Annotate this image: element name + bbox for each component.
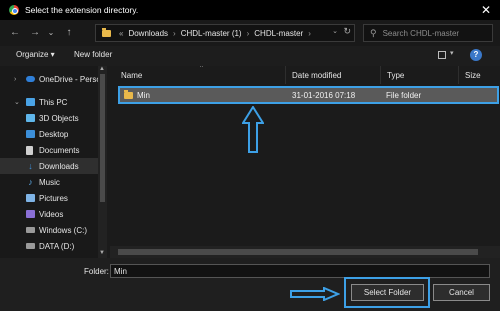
search-input[interactable]: [382, 28, 483, 38]
table-row[interactable]: Min 31-01-2016 07:18 File folder: [118, 86, 499, 104]
folder-label: Folder:: [84, 267, 109, 276]
collapse-chevron-icon[interactable]: ⌄: [14, 98, 20, 106]
sidebar-item-label: Videos: [39, 209, 64, 219]
horizontal-scrollbar[interactable]: [110, 246, 500, 258]
view-dropdown-icon[interactable]: ▾: [450, 49, 454, 57]
select-folder-button[interactable]: Select Folder: [351, 284, 424, 301]
recent-locations-icon[interactable]: ⌄: [44, 26, 58, 40]
sidebar-item-label: DATA (D:): [39, 241, 75, 251]
address-bar: ← → ⌄ ↑ « Downloads › CHDL-master (1) › …: [0, 20, 500, 46]
folder-icon: [124, 90, 133, 99]
refresh-icon[interactable]: ↻: [343, 26, 351, 37]
videos-icon: [26, 210, 35, 218]
scroll-up-icon[interactable]: ▲: [99, 66, 105, 72]
view-options-icon[interactable]: [438, 51, 446, 59]
sidebar-item-this-pc[interactable]: ⌄ This PC: [0, 94, 98, 110]
chrome-icon: [9, 5, 19, 15]
download-icon: ↓: [28, 161, 33, 171]
file-type: File folder: [386, 91, 422, 100]
pictures-icon: [26, 194, 35, 202]
search-icon: ⚲: [370, 27, 377, 38]
sidebar-scrollbar[interactable]: ▲ ▼: [98, 66, 107, 258]
sidebar-item-label: Pictures: [39, 193, 68, 203]
new-folder-button[interactable]: New folder: [74, 50, 112, 59]
sidebar-item-pictures[interactable]: Pictures: [0, 190, 98, 206]
horizontal-scroll-thumb[interactable]: [118, 249, 478, 255]
sidebar-item-music[interactable]: ♪ Music: [0, 174, 98, 190]
file-name: Min: [137, 91, 150, 100]
music-icon: ♪: [28, 177, 33, 187]
path-dropdown-icon[interactable]: ⌄: [332, 27, 338, 35]
column-header-type[interactable]: Type: [381, 66, 459, 84]
cube-icon: [26, 114, 35, 122]
sidebar-item-desktop[interactable]: Desktop: [0, 126, 98, 142]
column-header-date-modified[interactable]: Date modified: [286, 66, 381, 84]
scroll-down-icon[interactable]: ▼: [99, 250, 105, 256]
drive-icon: [26, 227, 35, 233]
close-icon[interactable]: ✕: [478, 2, 494, 18]
forward-arrow-icon[interactable]: →: [28, 26, 42, 40]
drive-icon: [26, 243, 35, 249]
dialog-title: Select the extension directory.: [25, 5, 139, 15]
breadcrumb-separator-icon[interactable]: ›: [247, 29, 250, 38]
up-arrow-icon[interactable]: ↑: [62, 26, 76, 40]
sidebar-item-data-d[interactable]: DATA (D:): [0, 238, 98, 254]
file-date-modified: 31-01-2016 07:18: [292, 91, 356, 100]
sidebar-item-label: Windows (C:): [39, 225, 88, 235]
sidebar-item-label: Desktop: [39, 129, 69, 139]
breadcrumb-chdl-master-1[interactable]: CHDL-master (1): [181, 29, 242, 38]
navigation-pane: › OneDrive - Person ⌄ This PC 3D Objects…: [0, 66, 98, 258]
column-header-name[interactable]: Name: [110, 66, 286, 84]
sidebar-item-label: This PC: [39, 97, 68, 107]
breadcrumb-separator-icon[interactable]: ›: [308, 29, 311, 38]
computer-icon: [26, 98, 35, 106]
breadcrumb-downloads[interactable]: Downloads: [128, 29, 168, 38]
sidebar-item-label: OneDrive - Person: [39, 74, 98, 84]
sidebar-item-downloads[interactable]: ↓ Downloads: [0, 158, 98, 174]
column-header-size[interactable]: Size: [459, 66, 500, 84]
help-icon[interactable]: ?: [470, 49, 482, 61]
document-icon: [26, 145, 33, 155]
sidebar-item-windows-c[interactable]: Windows (C:): [0, 222, 98, 238]
path-box[interactable]: « Downloads › CHDL-master (1) › CHDL-mas…: [95, 24, 355, 42]
annotation-right-arrow-icon: [290, 287, 340, 301]
annotation-up-arrow-icon: [242, 106, 264, 153]
sidebar-item-onedrive[interactable]: › OneDrive - Person: [0, 71, 98, 87]
cancel-button[interactable]: Cancel: [433, 284, 490, 301]
title-bar: Select the extension directory. ✕: [0, 0, 500, 20]
breadcrumb-separator-icon[interactable]: ›: [173, 29, 176, 38]
sidebar-item-documents[interactable]: Documents: [0, 142, 98, 158]
sidebar-item-videos[interactable]: Videos: [0, 206, 98, 222]
desktop-icon: [26, 130, 35, 138]
sidebar-item-3d-objects[interactable]: 3D Objects: [0, 110, 98, 126]
toolbar: Organize ▾ New folder ▾ ?: [0, 46, 500, 66]
expand-chevron-icon[interactable]: ›: [14, 76, 16, 83]
cloud-icon: [26, 76, 35, 82]
folder-input[interactable]: [110, 264, 490, 278]
sidebar-item-label: Music: [39, 177, 60, 187]
organize-button[interactable]: Organize ▾: [16, 50, 55, 59]
search-box[interactable]: ⚲: [363, 24, 493, 42]
sidebar-item-label: 3D Objects: [39, 113, 79, 123]
sidebar-item-label: Documents: [39, 145, 80, 155]
file-list: ^ Name Date modified Type Size Min 31-01…: [110, 66, 500, 258]
breadcrumb-chdl-master[interactable]: CHDL-master: [254, 29, 303, 38]
back-arrow-icon[interactable]: ←: [8, 26, 22, 40]
dialog-footer: Folder: Select Folder Cancel: [0, 258, 500, 311]
overflow-chevron-icon[interactable]: «: [119, 29, 123, 38]
folder-icon: [102, 27, 111, 37]
sidebar-scroll-thumb[interactable]: [100, 74, 105, 202]
sidebar-item-label: Downloads: [39, 161, 79, 171]
